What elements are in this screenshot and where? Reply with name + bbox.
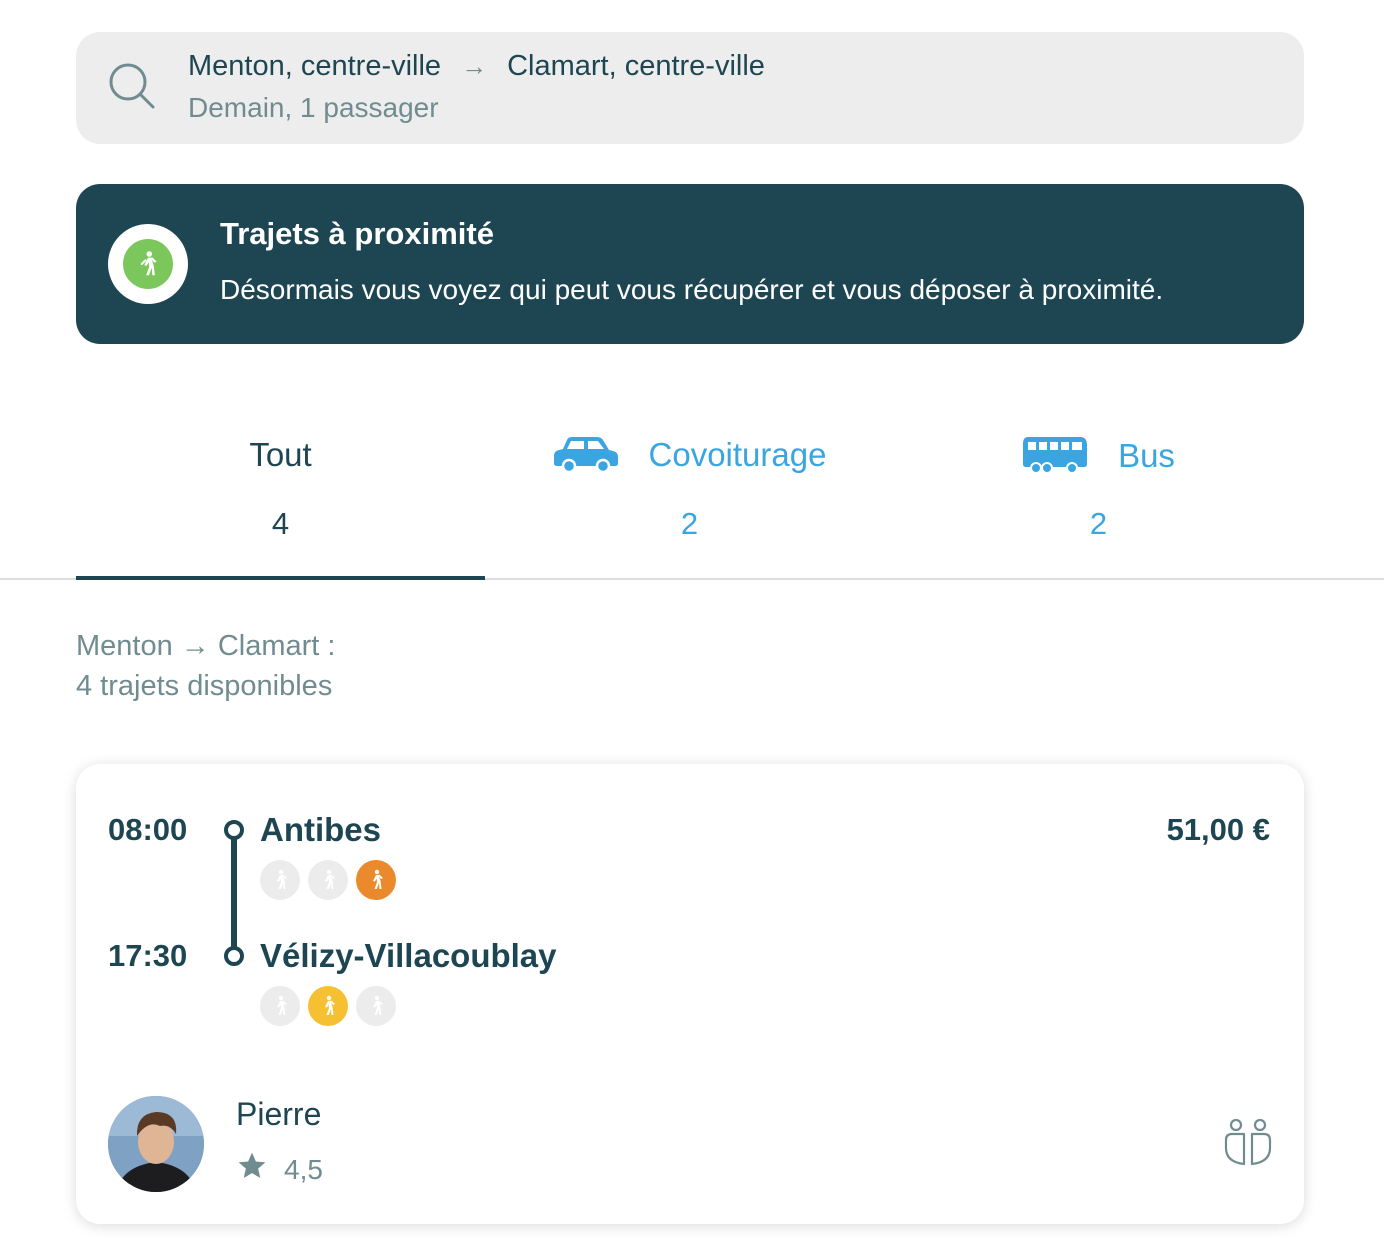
arrival-proximity	[260, 986, 396, 1026]
proximity-banner	[76, 184, 1304, 344]
tab-carpooling[interactable]: Covoiturage 2	[485, 420, 894, 580]
timeline-line	[231, 836, 237, 948]
tab-all-count: 4	[271, 506, 290, 541]
proximity-dot	[308, 860, 348, 900]
proximity-dot	[356, 986, 396, 1026]
bus-icon	[1023, 437, 1088, 474]
walking-person-icon	[277, 995, 287, 1015]
tab-all[interactable]: Tout 4	[76, 420, 485, 580]
tab-bus-label: Bus	[1118, 437, 1175, 474]
tab-carpooling-count: 2	[680, 506, 699, 541]
arrival-time: 17:30	[108, 938, 188, 973]
search-details: Demain, 1 passager	[188, 92, 439, 123]
proximity-dot	[260, 986, 300, 1026]
walking-person-icon	[325, 869, 335, 889]
trip-price: 51,00 €	[1166, 812, 1270, 847]
avatar	[108, 1096, 204, 1192]
arrow-right-icon: →	[461, 51, 488, 81]
departure-place: Antibes	[260, 811, 382, 848]
car-icon	[553, 437, 618, 474]
tab-carpooling-label: Covoiturage	[648, 436, 827, 473]
banner-title: Trajets à proximité	[220, 216, 494, 251]
search-to: Clamart, centre-ville	[507, 50, 765, 82]
walking-person-icon	[277, 869, 287, 889]
tab-all-label: Tout	[249, 436, 312, 473]
two-passengers-icon	[1224, 1118, 1272, 1166]
departure-proximity	[260, 860, 396, 900]
search-from: Menton, centre-ville	[188, 50, 442, 82]
driver-name: Pierre	[236, 1096, 322, 1132]
search-bar[interactable]	[76, 32, 1304, 144]
banner-text: Désormais vous voyez qui peut vous récup…	[220, 274, 1164, 305]
star-icon	[238, 1152, 266, 1178]
tab-bus[interactable]: Bus 2	[894, 420, 1303, 580]
search-route: Menton, centre-ville → Clamart, centre-v…	[188, 50, 765, 83]
results-route: Menton → Clamart :	[76, 630, 336, 662]
walking-person-icon	[373, 995, 383, 1015]
walking-person-icon	[373, 869, 383, 889]
arrival-dot	[224, 946, 244, 966]
arrival-place: Vélizy-Villacoublay	[260, 937, 557, 974]
tab-bus-count: 2	[1089, 506, 1108, 541]
proximity-badge	[108, 224, 188, 304]
proximity-dot-active	[308, 986, 348, 1026]
active-tab-indicator	[76, 576, 485, 580]
walking-person-icon	[140, 251, 157, 276]
driver-rating: 4,5	[284, 1154, 323, 1185]
walking-person-icon	[325, 995, 335, 1015]
search-icon	[109, 63, 155, 109]
proximity-dot-active	[356, 860, 396, 900]
driver-photo	[108, 1096, 204, 1192]
proximity-dot	[260, 860, 300, 900]
departure-time: 08:00	[108, 812, 188, 847]
results-count: 4 trajets disponibles	[76, 670, 333, 702]
